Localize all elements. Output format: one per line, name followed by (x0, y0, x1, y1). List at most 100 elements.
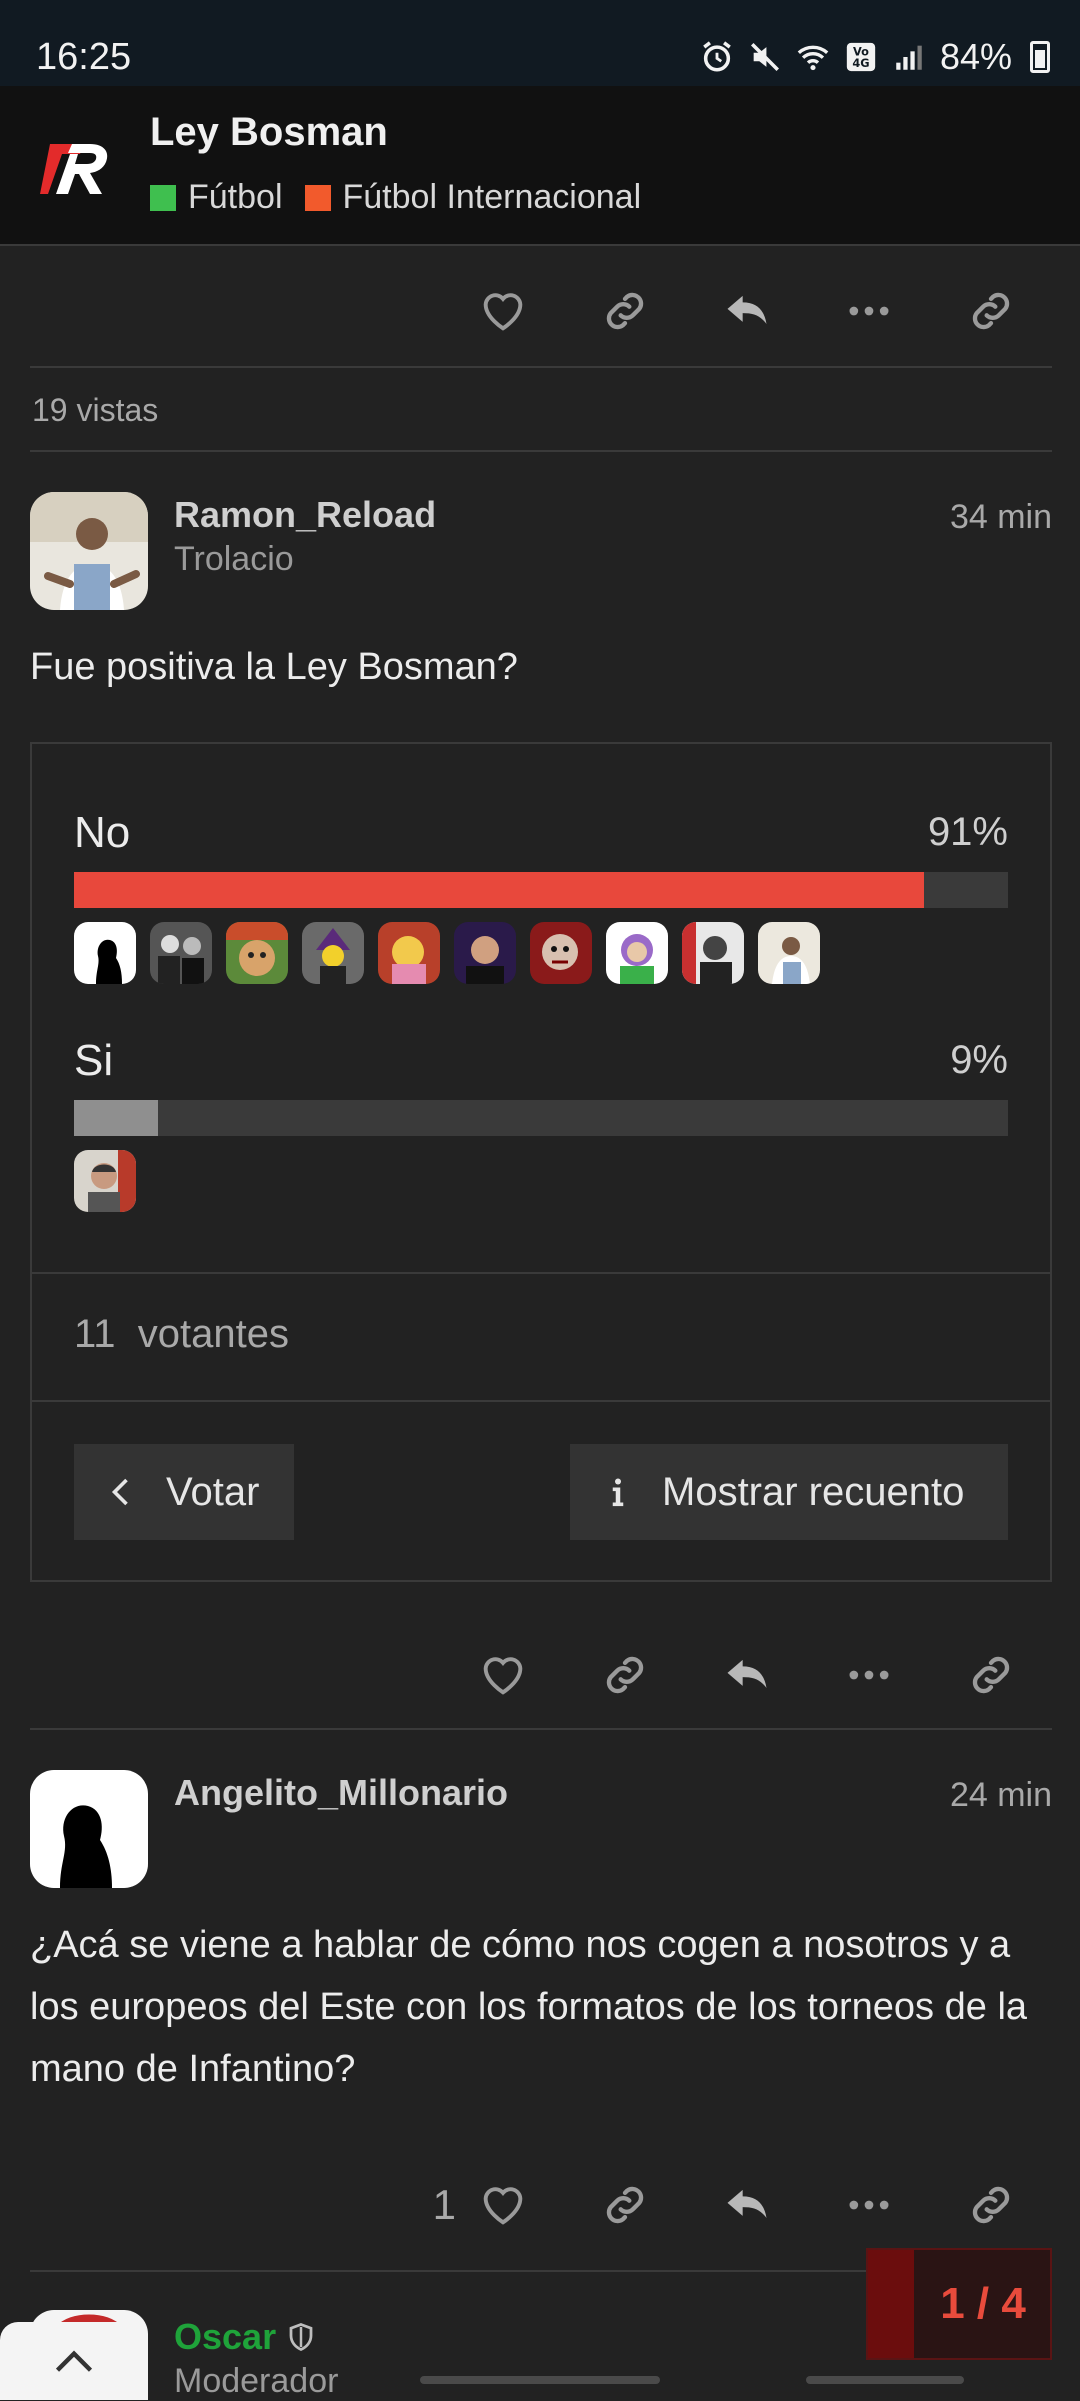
svg-text:4G: 4G (852, 56, 869, 70)
more-button[interactable] (808, 276, 930, 346)
voter-avatar[interactable] (606, 922, 668, 984)
avatar-image (30, 492, 148, 610)
reply-icon (727, 295, 767, 324)
alarm-icon (703, 41, 731, 72)
post-time[interactable]: 34 min (950, 498, 1052, 537)
like-button[interactable] (442, 1640, 564, 1710)
poll-bar-fill (74, 872, 924, 908)
post-body: Fue positiva la Ley Bosman? (30, 646, 518, 688)
reply-button[interactable] (686, 276, 808, 346)
link-icon (972, 1656, 1010, 1694)
volte-icon: Vo4G (846, 42, 876, 72)
status-time: 16:25 (36, 36, 132, 78)
poll-voters-count: 11 votantes (74, 1312, 289, 1357)
category-futbol-internacional[interactable]: Fútbol Internacional (304, 178, 642, 217)
voter-avatar[interactable] (226, 922, 288, 984)
copy-link-button[interactable] (564, 2170, 686, 2240)
link-icon (606, 292, 644, 330)
poll: No 91% Si 9% 11 votantes Votar Mostrar r… (30, 742, 1052, 1582)
post-username[interactable]: Angelito_Millonario (174, 1772, 508, 1814)
post-username-row[interactable]: Oscar (174, 2316, 316, 2358)
like-button[interactable] (442, 276, 564, 346)
voter-avatar[interactable] (302, 922, 364, 984)
reply-button[interactable] (686, 1640, 808, 1710)
mute-icon (750, 42, 779, 72)
more-icon (849, 306, 889, 316)
more-icon (849, 1670, 889, 1680)
poll-voters-row (74, 922, 820, 984)
post-actions-previous (30, 248, 1052, 368)
avatar[interactable] (30, 492, 148, 610)
more-icon (849, 2200, 889, 2210)
voter-avatar[interactable] (454, 922, 516, 984)
voter-avatar[interactable] (758, 922, 820, 984)
topic-progress-fill (868, 2250, 914, 2358)
copy-link-button[interactable] (564, 276, 686, 346)
poll-divider (32, 1272, 1050, 1274)
chevron-up-icon (55, 2350, 93, 2372)
share-link-button[interactable] (930, 1640, 1052, 1710)
signal-icon (896, 45, 922, 70)
heart-icon (483, 1657, 523, 1695)
site-logo[interactable] (38, 126, 118, 206)
wifi-icon (797, 45, 829, 71)
user-title: Moderador (174, 2362, 339, 2400)
topic-header: Ley Bosman Fútbol Fútbol Internacional (0, 86, 1080, 246)
poll-bar-fill (74, 1100, 159, 1136)
like-button[interactable] (442, 2170, 564, 2240)
show-results-label: Mostrar recuento (662, 1469, 965, 1514)
topic-progress[interactable]: 1 / 4 (866, 2248, 1052, 2360)
vote-button-label: Votar (166, 1469, 260, 1514)
category-label: Fútbol Internacional (342, 178, 642, 216)
topic-progress-label: 1 / 4 (940, 2279, 1026, 2328)
battery-icon (1030, 41, 1050, 73)
voters-label: votantes (137, 1312, 289, 1356)
poll-voters-row (74, 1150, 136, 1212)
topic-title[interactable]: Ley Bosman (150, 110, 388, 155)
poll-bar-track (74, 1100, 1008, 1136)
status-icons: Vo 4G 84% (700, 36, 1050, 78)
scroll-up-button[interactable] (0, 2322, 148, 2400)
chevron-left-icon (111, 1478, 128, 1506)
more-button[interactable] (808, 2170, 930, 2240)
reply-icon (727, 1659, 767, 1688)
post-username[interactable]: Ramon_Reload (174, 494, 436, 536)
poll-option-label: No (74, 808, 131, 857)
vote-button[interactable]: Votar (74, 1444, 294, 1540)
link-icon (972, 2186, 1010, 2224)
category-list: Fútbol Fútbol Internacional (150, 178, 641, 217)
post-username[interactable]: Oscar (174, 2316, 276, 2358)
reply-button[interactable] (686, 2170, 808, 2240)
voter-avatar[interactable] (150, 922, 212, 984)
share-link-button[interactable] (930, 276, 1052, 346)
voter-avatar[interactable] (378, 922, 440, 984)
category-color-swatch (150, 184, 176, 211)
voters-number: 11 (74, 1312, 116, 1356)
voter-avatar[interactable] (74, 922, 136, 984)
poll-option-percent: 9% (950, 1038, 1008, 1082)
more-button[interactable] (808, 1640, 930, 1710)
category-color-swatch (304, 184, 331, 211)
user-title: Trolacio (174, 540, 294, 578)
gesture-bar-secondary (806, 2376, 964, 2384)
battery-percent: 84% (939, 36, 1012, 77)
share-link-button[interactable] (930, 2170, 1052, 2240)
link-icon (972, 292, 1010, 330)
post-time[interactable]: 24 min (950, 1776, 1052, 1815)
category-futbol[interactable]: Fútbol (150, 178, 283, 217)
voter-avatar[interactable] (682, 922, 744, 984)
link-icon (606, 1656, 644, 1694)
status-bar: 16:25 Vo 4G 84% (0, 0, 1080, 86)
post-actions (30, 1612, 1052, 1730)
voter-avatar[interactable] (530, 922, 592, 984)
reply-icon (727, 2189, 767, 2218)
copy-link-button[interactable] (564, 1640, 686, 1710)
poll-option-percent: 91% (927, 810, 1008, 854)
avatar[interactable] (30, 1770, 148, 1888)
post-body: ¿Acá se viene a hablar de cómo nos cogen… (30, 1924, 1028, 2090)
voter-avatar[interactable] (74, 1150, 136, 1212)
link-icon (606, 2186, 644, 2224)
poll-divider (32, 1400, 1050, 1402)
show-results-button[interactable]: Mostrar recuento (570, 1444, 1008, 1540)
heart-icon (483, 2187, 523, 2225)
